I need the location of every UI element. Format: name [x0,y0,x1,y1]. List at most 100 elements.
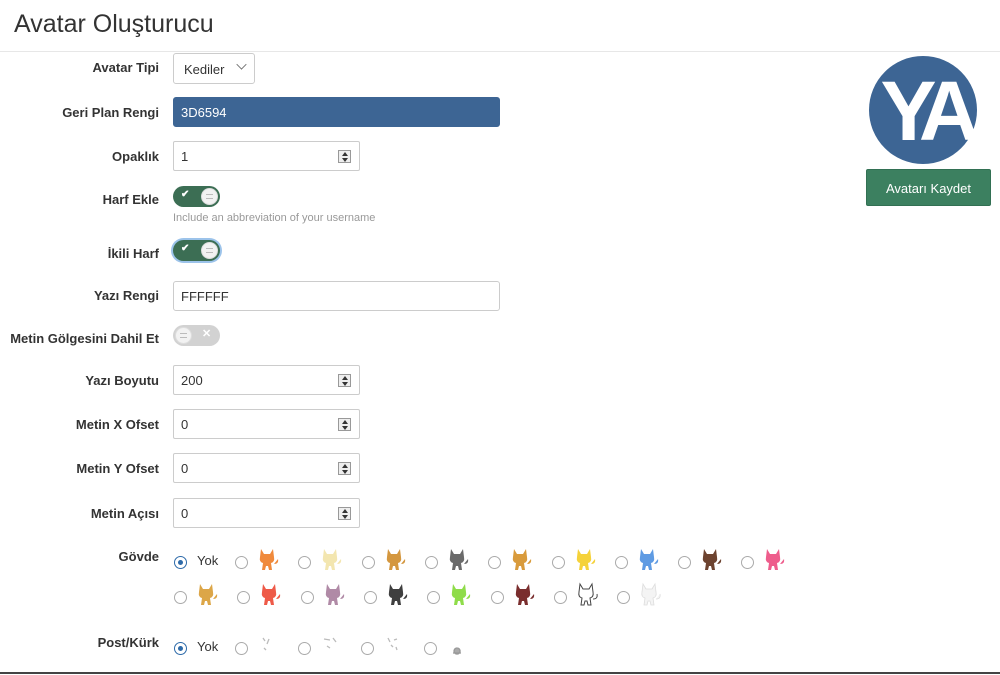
fur-option[interactable] [424,640,461,658]
opacity-row: Opaklık 1 [0,141,520,173]
radio-button[interactable] [488,556,501,570]
radio-button[interactable] [174,556,187,570]
offset-x-row: Metin X Ofset 0 [0,409,520,441]
save-avatar-button[interactable]: Avatarı Kaydet [866,169,991,206]
fur-option[interactable] [361,637,398,658]
text-color-label: Yazı Rengi [93,288,159,303]
fur-pattern-2-icon [323,637,337,649]
font-size-value: 200 [181,373,203,388]
avatar-type-row: Avatar Tipi Kediler [0,53,520,85]
double-letter-row: İkili Harf ✔ [0,240,520,272]
body-option[interactable] [235,549,279,572]
body-option[interactable] [298,549,342,572]
body-option[interactable] [741,549,785,572]
cat-faint-icon [641,582,661,606]
spinner-icon[interactable] [338,462,351,475]
radio-button[interactable] [554,591,567,605]
body-option[interactable] [174,584,218,607]
body-option[interactable] [615,549,659,572]
fur-option-none[interactable]: Yok [174,639,218,658]
radio-button[interactable] [298,642,311,656]
radio-button[interactable] [235,642,248,656]
radio-button[interactable] [424,642,437,656]
fur-pattern-1-icon [262,637,270,651]
offset-x-input[interactable]: 0 [173,409,360,439]
body-option[interactable] [617,582,661,607]
offset-y-input[interactable]: 0 [173,453,360,483]
opacity-input[interactable]: 1 [173,141,360,171]
offset-x-value: 0 [181,417,189,432]
radio-button[interactable] [491,591,504,605]
cat-icon [325,584,345,605]
radio-button[interactable] [174,642,187,656]
radio-button[interactable] [235,556,248,570]
font-size-label: Yazı Boyutu [85,373,159,388]
page-title: Avatar Oluşturucu [14,10,214,38]
offset-x-label: Metin X Ofset [75,417,159,432]
radio-button[interactable] [427,591,440,605]
toggle-knob [201,188,218,205]
cat-icon [576,549,596,570]
spinner-icon[interactable] [338,374,351,387]
cat-icon [639,549,659,570]
body-option[interactable] [491,584,535,607]
avatar-type-select[interactable]: Kediler [173,53,255,84]
radio-button[interactable] [362,556,375,570]
body-option[interactable] [301,584,345,607]
spinner-icon[interactable] [338,507,351,520]
radio-button[interactable] [741,556,754,570]
toggle-knob [175,327,192,344]
fur-option[interactable] [298,637,337,658]
angle-label: Metin Açısı [90,506,159,521]
opacity-value: 1 [181,149,189,164]
body-option[interactable] [427,584,471,607]
radio-button[interactable] [552,556,565,570]
angle-input[interactable]: 0 [173,498,360,528]
radio-button[interactable] [425,556,438,570]
title-divider [0,51,1000,52]
body-option[interactable] [364,584,408,607]
radio-button[interactable] [615,556,628,570]
bg-color-input[interactable]: 3D6594 [173,97,500,127]
body-option[interactable] [552,549,596,572]
text-shadow-row: Metin Gölgesini Dahil Et ✕ [0,325,520,357]
spinner-icon[interactable] [338,418,351,431]
radio-button[interactable] [298,556,311,570]
body-option[interactable] [554,582,598,607]
body-option[interactable] [425,549,469,572]
fur-pattern-4-icon [453,647,461,655]
text-color-input[interactable]: FFFFFF [173,281,500,311]
text-shadow-label: Metin Gölgesini Dahil Et [10,331,159,346]
radio-button[interactable] [364,591,377,605]
radio-button[interactable] [617,591,630,605]
add-letter-toggle[interactable]: ✔ [173,186,220,207]
radio-button[interactable] [174,591,187,605]
toggle-knob [201,242,218,259]
fur-option[interactable] [235,637,270,658]
check-icon: ✔ [181,243,190,254]
cat-icon [702,549,722,570]
font-size-input[interactable]: 200 [173,365,360,395]
radio-button[interactable] [678,556,691,570]
body-option[interactable] [488,549,532,572]
text-color-row: Yazı Rengi FFFFFF [0,281,520,313]
radio-button[interactable] [237,591,250,605]
radio-button[interactable] [301,591,314,605]
body-option[interactable] [678,549,722,572]
text-shadow-toggle[interactable]: ✕ [173,325,220,346]
avatar-type-label: Avatar Tipi [92,60,159,75]
spinner-icon[interactable] [338,150,351,163]
cat-icon [451,584,471,605]
cat-icon [322,549,342,570]
avatar-preview: YA [869,56,977,164]
body-option-none[interactable]: Yok [174,553,218,572]
body-option[interactable] [237,584,281,607]
angle-row: Metin Açısı 0 [0,498,520,530]
radio-button[interactable] [361,642,374,656]
chevron-down-icon [236,59,247,70]
body-label: Gövde [118,549,159,564]
body-option[interactable] [362,549,406,572]
double-letter-toggle[interactable]: ✔ [173,240,220,261]
cat-icon [261,584,281,605]
cat-icon [515,584,535,605]
